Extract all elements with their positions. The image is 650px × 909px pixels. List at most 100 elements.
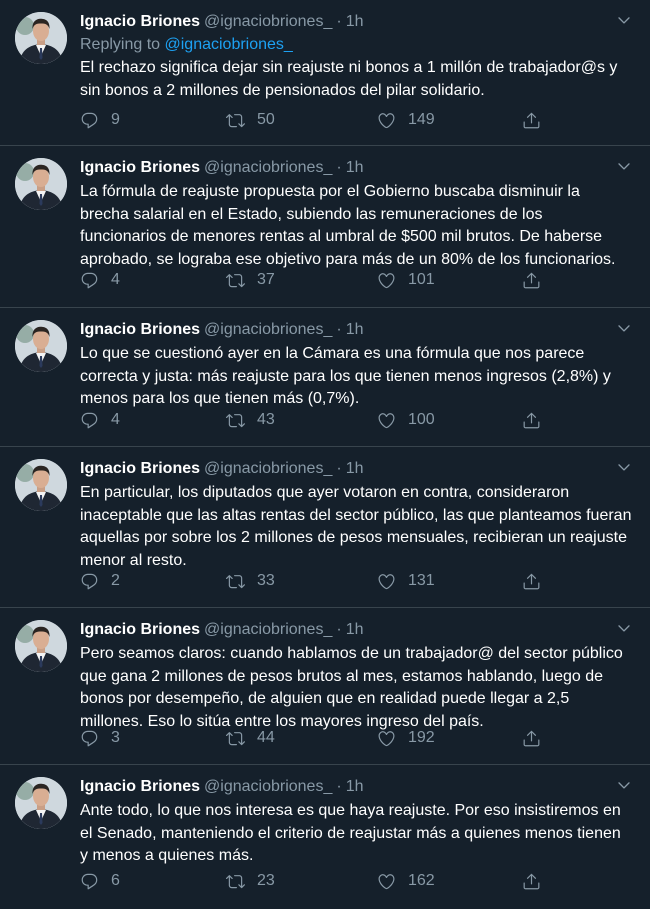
tweet-text: Lo que se cuestionó ayer en la Cámara es… bbox=[80, 345, 611, 407]
tweet-header: Ignacio Briones @ignaciobriones_ · 1h bbox=[80, 618, 632, 642]
share-button[interactable] bbox=[522, 268, 541, 292]
timestamp[interactable]: 1h bbox=[346, 460, 364, 477]
share-icon bbox=[522, 872, 541, 891]
author-handle[interactable]: @ignaciobriones_ bbox=[204, 460, 332, 477]
separator-dot: · bbox=[336, 621, 342, 638]
like-button[interactable]: 131 bbox=[377, 569, 435, 593]
share-icon bbox=[522, 271, 541, 290]
like-button[interactable]: 149 bbox=[377, 108, 435, 132]
author-name[interactable]: Ignacio Briones bbox=[80, 621, 200, 638]
share-icon bbox=[522, 729, 541, 748]
chevron-down-icon[interactable] bbox=[616, 777, 632, 793]
tweet-actions: 3 44 192 bbox=[80, 726, 632, 750]
author-name[interactable]: Ignacio Briones bbox=[80, 460, 200, 477]
retweet-count: 37 bbox=[257, 271, 275, 288]
reply-button[interactable]: 2 bbox=[80, 569, 120, 593]
share-button[interactable] bbox=[522, 569, 541, 593]
tweet[interactable]: Ignacio Briones @ignaciobriones_ · 1h Lo qu… bbox=[0, 308, 650, 447]
avatar[interactable] bbox=[15, 620, 67, 672]
reply-button[interactable]: 4 bbox=[80, 268, 120, 292]
reply-button[interactable]: 4 bbox=[80, 408, 120, 432]
timestamp[interactable]: 1h bbox=[346, 159, 364, 176]
tweet-header: Ignacio Briones @ignaciobriones_ · 1h bbox=[80, 775, 632, 799]
avatar[interactable] bbox=[15, 158, 67, 210]
chevron-down-icon[interactable] bbox=[616, 459, 632, 475]
retweet-button[interactable]: 43 bbox=[226, 408, 275, 432]
retweet-count: 50 bbox=[257, 111, 275, 128]
like-button[interactable]: 162 bbox=[377, 869, 435, 893]
tweet[interactable]: Ignacio Briones @ignaciobriones_ · 1h Reply… bbox=[0, 0, 650, 146]
tweet-body: Ignacio Briones @ignaciobriones_ · 1h En pa… bbox=[80, 457, 632, 572]
retweet-button[interactable]: 33 bbox=[226, 569, 275, 593]
retweet-icon bbox=[226, 572, 245, 591]
avatar[interactable] bbox=[15, 320, 67, 372]
chevron-down-icon[interactable] bbox=[616, 158, 632, 174]
retweet-button[interactable]: 23 bbox=[226, 869, 275, 893]
chevron-down-icon[interactable] bbox=[616, 320, 632, 336]
retweet-count: 43 bbox=[257, 411, 275, 428]
tweet[interactable]: Ignacio Briones @ignaciobriones_ · 1h Pero … bbox=[0, 608, 650, 765]
reply-icon bbox=[80, 411, 99, 430]
author-handle[interactable]: @ignaciobriones_ bbox=[204, 13, 332, 30]
replying-to-link[interactable]: @ignaciobriones_ bbox=[165, 36, 293, 53]
retweet-count: 44 bbox=[257, 729, 275, 746]
like-button[interactable]: 192 bbox=[377, 726, 435, 750]
reply-icon bbox=[80, 572, 99, 591]
avatar[interactable] bbox=[15, 459, 67, 511]
tweet[interactable]: Ignacio Briones @ignaciobriones_ · 1h La fó… bbox=[0, 146, 650, 308]
tweet-text: El rechazo significa dejar sin reajuste … bbox=[80, 59, 618, 99]
timestamp[interactable]: 1h bbox=[346, 621, 364, 638]
separator-dot: · bbox=[336, 159, 342, 176]
tweet-actions: 2 33 131 bbox=[80, 569, 632, 593]
timestamp[interactable]: 1h bbox=[346, 321, 364, 338]
share-button[interactable] bbox=[522, 408, 541, 432]
reply-count: 2 bbox=[111, 572, 120, 589]
tweet-actions: 4 37 101 bbox=[80, 268, 632, 292]
timestamp[interactable]: 1h bbox=[346, 778, 364, 795]
replying-to-label: Replying to bbox=[80, 36, 161, 53]
author-name[interactable]: Ignacio Briones bbox=[80, 159, 200, 176]
author-handle[interactable]: @ignaciobriones_ bbox=[204, 321, 332, 338]
reply-button[interactable]: 6 bbox=[80, 869, 120, 893]
chevron-down-icon[interactable] bbox=[616, 620, 632, 636]
tweet-body: Ignacio Briones @ignaciobriones_ · 1h Lo qu… bbox=[80, 318, 632, 411]
retweet-icon bbox=[226, 411, 245, 430]
tweet-actions: 4 43 100 bbox=[80, 408, 632, 432]
like-count: 101 bbox=[408, 271, 435, 288]
retweet-icon bbox=[226, 872, 245, 891]
share-button[interactable] bbox=[522, 108, 541, 132]
retweet-button[interactable]: 50 bbox=[226, 108, 275, 132]
reply-icon bbox=[80, 729, 99, 748]
author-handle[interactable]: @ignaciobriones_ bbox=[204, 159, 332, 176]
avatar[interactable] bbox=[15, 777, 67, 829]
author-name[interactable]: Ignacio Briones bbox=[80, 778, 200, 795]
tweet[interactable]: Ignacio Briones @ignaciobriones_ · 1h En pa… bbox=[0, 447, 650, 608]
separator-dot: · bbox=[336, 13, 342, 30]
timestamp[interactable]: 1h bbox=[346, 13, 364, 30]
like-count: 162 bbox=[408, 872, 435, 889]
tweet-body: Ignacio Briones @ignaciobriones_ · 1h Reply… bbox=[80, 10, 632, 102]
tweet-text: Ante todo, lo que nos interesa es que ha… bbox=[80, 802, 621, 864]
share-button[interactable] bbox=[522, 726, 541, 750]
tweet[interactable]: Ignacio Briones @ignaciobriones_ · 1h Ante … bbox=[0, 765, 650, 909]
like-button[interactable]: 101 bbox=[377, 268, 435, 292]
reply-count: 4 bbox=[111, 271, 120, 288]
author-name[interactable]: Ignacio Briones bbox=[80, 13, 200, 30]
separator-dot: · bbox=[336, 321, 342, 338]
heart-icon bbox=[377, 411, 396, 430]
like-button[interactable]: 100 bbox=[377, 408, 435, 432]
author-handle[interactable]: @ignaciobriones_ bbox=[204, 778, 332, 795]
reply-button[interactable]: 9 bbox=[80, 108, 120, 132]
retweet-button[interactable]: 44 bbox=[226, 726, 275, 750]
share-button[interactable] bbox=[522, 869, 541, 893]
chevron-down-icon[interactable] bbox=[616, 12, 632, 28]
avatar[interactable] bbox=[15, 12, 67, 64]
reply-button[interactable]: 3 bbox=[80, 726, 120, 750]
retweet-button[interactable]: 37 bbox=[226, 268, 275, 292]
like-count: 149 bbox=[408, 111, 435, 128]
author-name[interactable]: Ignacio Briones bbox=[80, 321, 200, 338]
heart-icon bbox=[377, 729, 396, 748]
heart-icon bbox=[377, 271, 396, 290]
author-handle[interactable]: @ignaciobriones_ bbox=[204, 621, 332, 638]
reply-icon bbox=[80, 111, 99, 130]
